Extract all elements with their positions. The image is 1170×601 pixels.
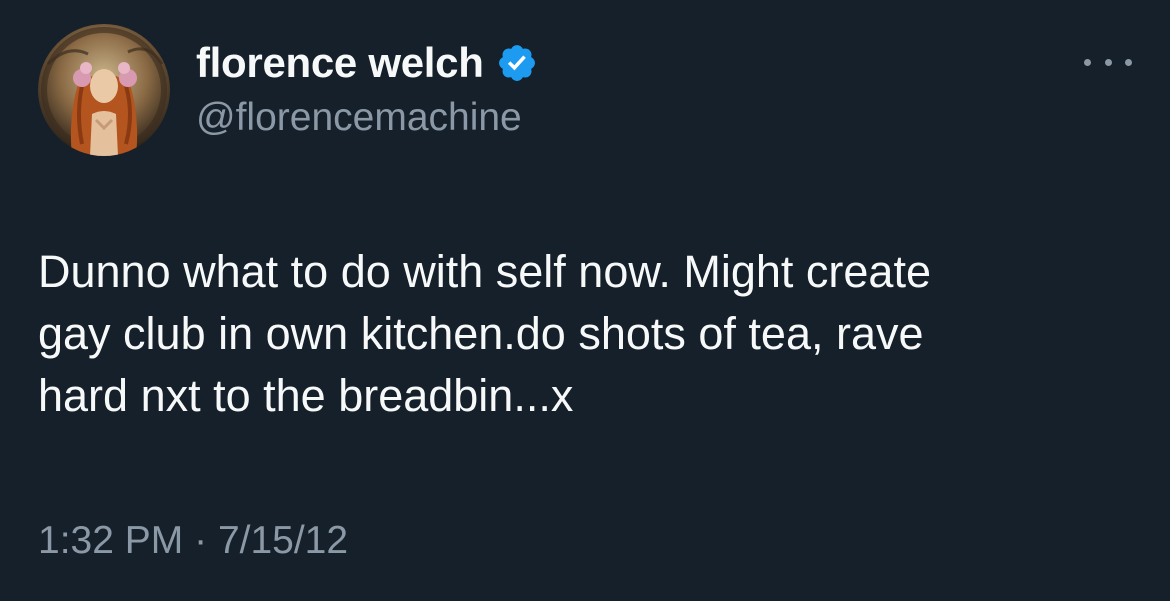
tweet-text-line: gay club in own kitchen.do shots of tea,…: [38, 308, 924, 359]
dot: [1104, 58, 1112, 66]
avatar[interactable]: [38, 24, 170, 156]
tweet-timestamp[interactable]: 1:32 PM · 7/15/12: [38, 519, 348, 563]
tweet-time: 1:32 PM: [38, 519, 184, 562]
tweet-text: Dunno what to do with self now. Might cr…: [38, 241, 1118, 427]
tweet-card: florence welch @florencemachine Dunno wh…: [0, 0, 1170, 601]
author-name-row: florence welch: [196, 38, 538, 88]
more-options-icon[interactable]: [1084, 48, 1132, 76]
dot: [1125, 58, 1132, 66]
tweet-text-line: hard nxt to the breadbin...x: [38, 370, 574, 421]
tweet-text-line: Dunno what to do with self now. Might cr…: [38, 246, 931, 297]
author-handle[interactable]: @florencemachine: [196, 96, 522, 140]
verified-badge-icon: [496, 42, 538, 84]
profile-photo-icon: [38, 24, 170, 156]
meta-separator: ·: [194, 519, 208, 562]
display-name[interactable]: florence welch: [196, 39, 484, 87]
tweet-date: 7/15/12: [217, 519, 349, 562]
dot: [1084, 58, 1091, 66]
